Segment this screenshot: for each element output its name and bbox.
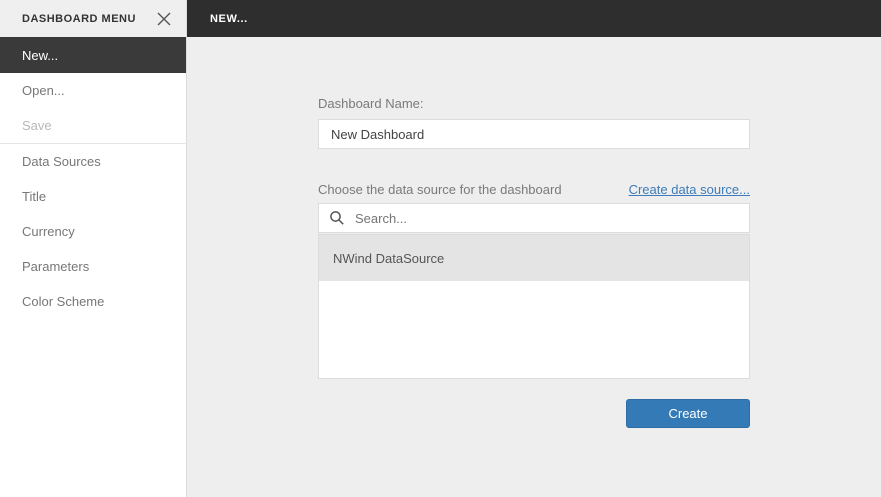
list-item-nwind-datasource[interactable]: NWind DataSource [319,235,749,281]
sidebar-item-save: Save [0,108,186,143]
sidebar-item-color-scheme[interactable]: Color Scheme [0,284,186,319]
sidebar-item-label: Color Scheme [22,294,105,309]
choose-data-source-label: Choose the data source for the dashboard [318,182,562,197]
data-source-search [318,203,750,233]
sidebar-header: DASHBOARD MENU [0,0,186,37]
sidebar-item-parameters[interactable]: Parameters [0,249,186,284]
close-icon[interactable] [153,8,175,30]
sidebar-item-label: New... [22,47,59,63]
main-content: Dashboard Name: Choose the data source f… [187,37,881,497]
dashboard-menu-sidebar: DASHBOARD MENU New... Open... Save Data … [0,0,187,497]
sidebar-item-label: Data Sources [22,154,101,169]
data-source-name: NWind DataSource [333,250,445,266]
button-row: Create [318,399,750,428]
topbar: NEW... [187,0,881,37]
sidebar-item-label: Title [22,189,47,204]
sidebar-item-label: Currency [22,224,75,239]
sidebar-item-title[interactable]: Title [0,179,186,214]
data-source-list: NWind DataSource [318,234,750,379]
sidebar-item-label: Parameters [22,259,90,274]
data-source-label-row: Choose the data source for the dashboard… [318,182,750,198]
sidebar-item-label: Save [22,118,52,133]
sidebar-item-label: Open... [22,83,65,98]
dashboard-designer-app: DASHBOARD MENU New... Open... Save Data … [0,0,881,497]
sidebar-item-data-sources[interactable]: Data Sources [0,144,186,179]
sidebar-item-currency[interactable]: Currency [0,214,186,249]
dashboard-name-label: Dashboard Name: [318,96,424,111]
topbar-title: NEW... [210,12,248,25]
new-dashboard-form: Dashboard Name: Choose the data source f… [318,37,750,428]
dashboard-name-input[interactable] [318,119,750,149]
sidebar-item-open[interactable]: Open... [0,73,186,108]
sidebar-title: DASHBOARD MENU [22,12,136,25]
search-icon [329,210,345,226]
create-button[interactable]: Create [626,399,750,428]
search-input[interactable] [318,203,750,233]
sidebar-item-new[interactable]: New... [0,37,186,73]
create-data-source-link[interactable]: Create data source... [629,182,750,197]
